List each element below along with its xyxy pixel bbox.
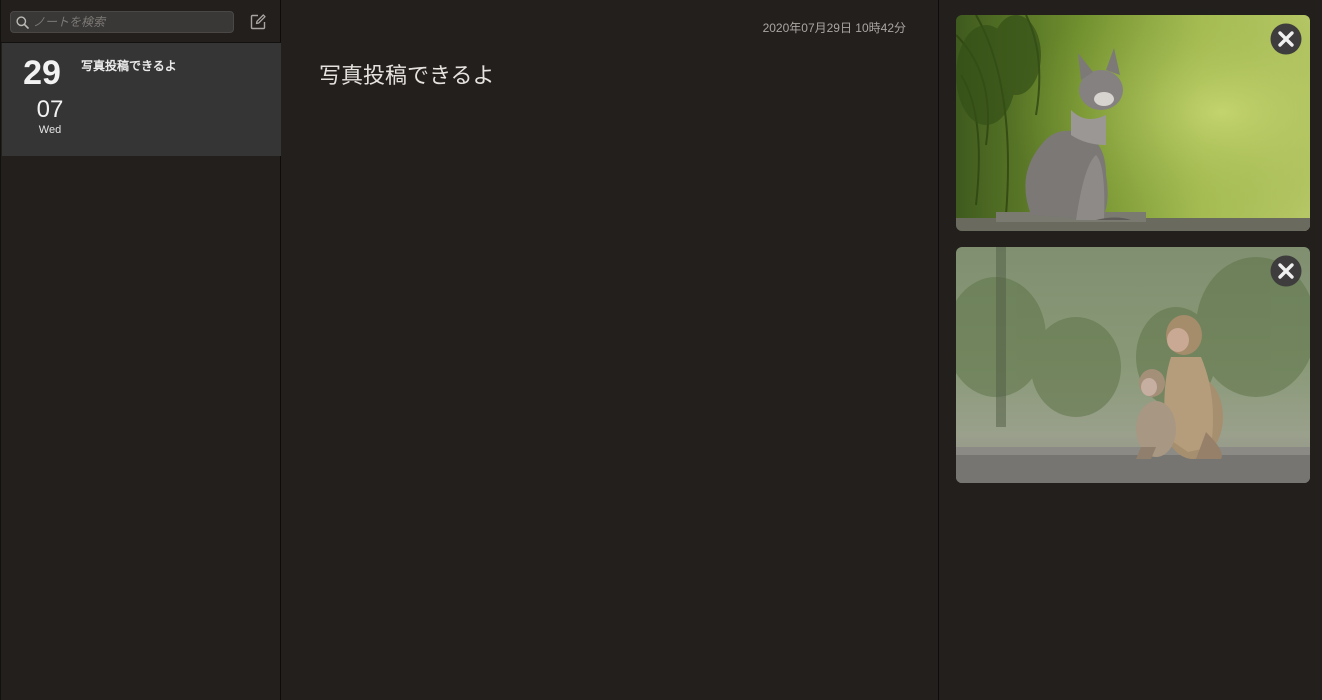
note-editor[interactable]: 2020年07月29日 10時42分 写真投稿できるよ bbox=[282, 0, 939, 700]
compose-icon bbox=[250, 14, 266, 30]
remove-image-button[interactable] bbox=[1270, 23, 1302, 55]
note-body[interactable]: 写真投稿できるよ bbox=[319, 58, 495, 90]
note-day: 29 bbox=[23, 54, 61, 92]
close-icon bbox=[1270, 23, 1302, 55]
note-list-item[interactable]: 29 07 Wed 写真投稿できるよ bbox=[2, 43, 281, 156]
note-month: 07 bbox=[36, 96, 64, 123]
note-weekday: Wed bbox=[38, 124, 62, 136]
search-icon bbox=[16, 16, 29, 29]
attached-image-monkeys[interactable] bbox=[956, 247, 1310, 483]
note-title: 写真投稿できるよ bbox=[81, 59, 177, 73]
compose-button[interactable] bbox=[249, 13, 267, 31]
monkey-photo bbox=[956, 247, 1310, 483]
attached-image-kitten[interactable] bbox=[956, 15, 1310, 231]
image-attachments-panel bbox=[940, 0, 1322, 700]
sidebar: 29 07 Wed 写真投稿できるよ bbox=[0, 0, 281, 700]
close-icon bbox=[1270, 255, 1302, 287]
search-box[interactable] bbox=[10, 11, 234, 33]
remove-image-button[interactable] bbox=[1270, 255, 1302, 287]
note-timestamp: 2020年07月29日 10時42分 bbox=[762, 21, 906, 35]
kitten-photo bbox=[956, 15, 1310, 231]
search-input[interactable] bbox=[33, 12, 229, 32]
